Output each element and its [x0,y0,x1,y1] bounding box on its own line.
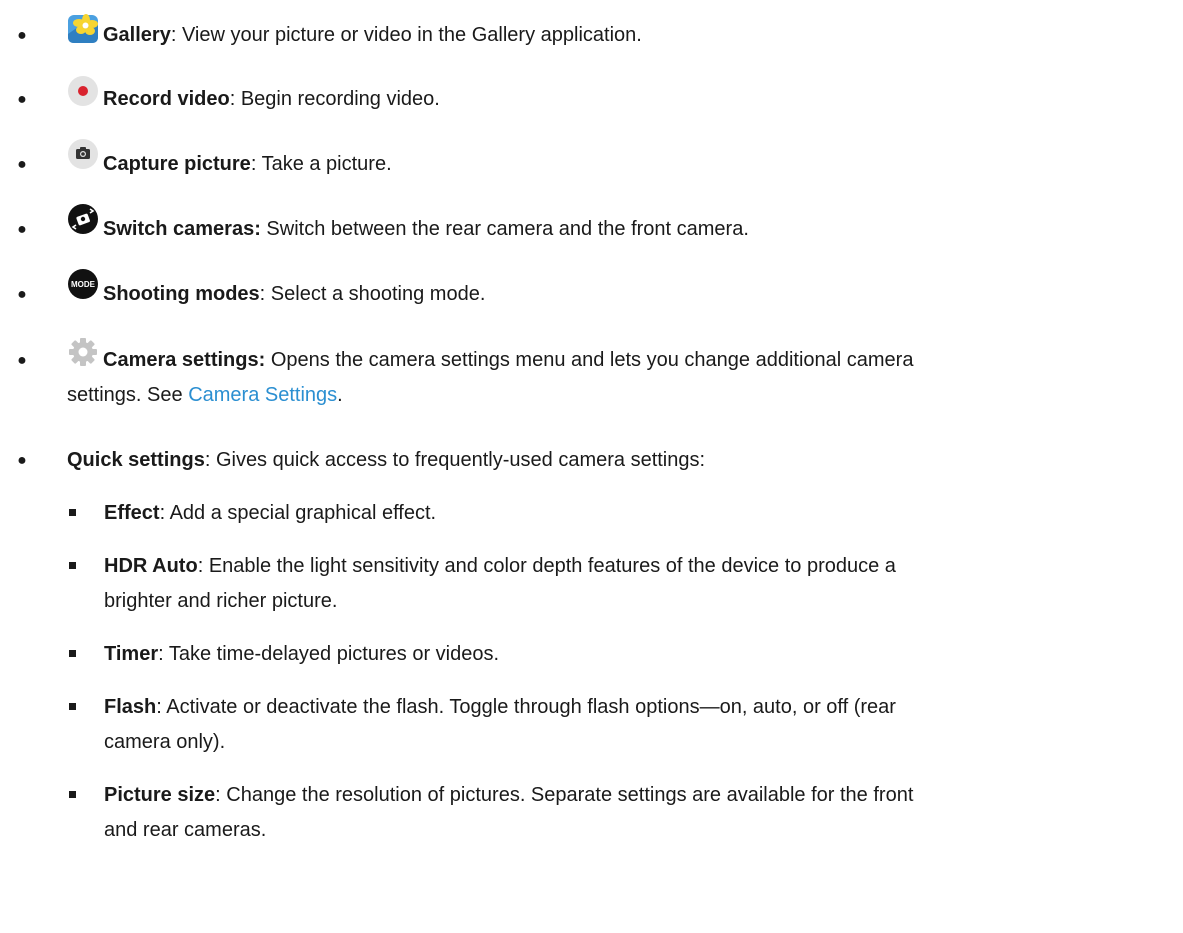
record-video-icon [68,76,98,106]
item-title: Capture picture [103,153,251,175]
gallery-icon [68,14,98,43]
square-bullet [62,690,82,725]
item-title: Switch cameras: [103,218,261,240]
subitem-description: Take time-delayed pictures or videos. [168,643,500,665]
subitem-title: HDR Auto [104,555,198,577]
item-description: View your picture or video in the Galler… [181,24,642,46]
subitem-description: Activate or deactivate the flash. Toggle… [166,696,896,718]
item-title: Gallery [103,24,171,46]
subitem-title: Effect [104,502,160,524]
item-title: Camera settings: [103,349,266,371]
subitem-title: Timer [104,643,159,665]
sublist-item-hdr-auto: HDR Auto: Enable the light sensitivity a… [0,549,1183,619]
item-description: Gives quick access to frequently-used ca… [215,449,706,471]
subitem-description: Enable the light sensitivity and color d… [208,555,896,577]
capture-picture-icon [68,139,98,169]
item-title: Record video [103,88,230,110]
square-bullet [62,637,82,672]
bullet: ● [17,91,27,108]
item-description: Select a shooting mode. [270,283,486,305]
item-description: Opens the camera settings menu and lets … [270,349,914,371]
subitem-description-cont: and rear cameras. [104,819,267,841]
list-item-camera-settings: ● Camera settings: Opens the camera sett… [0,338,1183,413]
item-description: Begin recording video. [240,88,440,110]
sublist-item-flash: Flash: Activate or deactivate the flash.… [0,690,1183,760]
sublist-item-picture-size: Picture size: Change the resolution of p… [0,778,1183,848]
subitem-description-cont: brighter and richer picture. [104,590,338,612]
bullet: ● [17,27,27,44]
gear-icon [69,338,97,366]
bullet: ● [17,221,27,238]
square-bullet [62,778,82,813]
camera-settings-link[interactable]: Camera Settings [188,384,337,406]
bullet: ● [17,156,27,173]
subitem-description-cont: camera only). [104,731,226,753]
switch-cameras-icon [68,204,98,234]
square-bullet [62,549,82,584]
item-description: Take a picture. [261,153,392,175]
subitem-description: Add a special graphical effect. [169,502,437,524]
square-bullet [62,496,82,531]
item-title: Quick settings [67,449,205,471]
item-title: Shooting modes [103,283,260,305]
subitem-title: Picture size [104,784,216,806]
item-description: Switch between the rear camera and the f… [266,218,749,240]
mode-icon-label: MODE [71,280,96,289]
subitem-description: Change the resolution of pictures. Separ… [226,784,914,806]
bullet: ● [17,352,27,369]
mode-icon: MODE [68,269,98,299]
bullet: ● [17,286,27,303]
bullet: ● [17,452,27,469]
subitem-title: Flash [104,696,157,718]
